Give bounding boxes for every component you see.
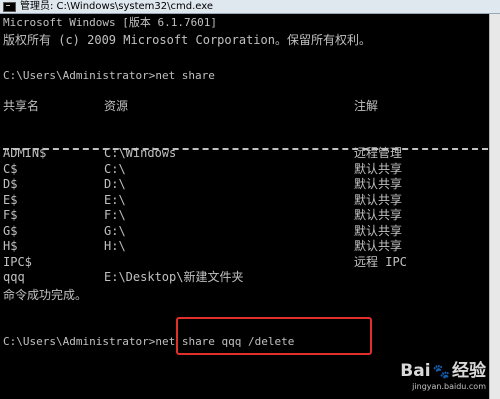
share-name: C$ bbox=[3, 161, 18, 176]
header-version-line: Microsoft Windows [版本 6.1.7601] bbox=[3, 16, 218, 29]
paw-icon: 🐾 bbox=[432, 364, 450, 380]
column-header-share-name: 共享名 bbox=[3, 99, 40, 113]
share-remark: 默认共享 bbox=[354, 161, 403, 176]
share-resource: H:\ bbox=[104, 239, 126, 253]
header-copyright-line: 版权所有 (c) 2009 Microsoft Corporation。保留所有… bbox=[3, 33, 371, 47]
share-remark: 默认共享 bbox=[354, 223, 403, 238]
share-name: qqq bbox=[3, 270, 25, 284]
cmd-icon bbox=[3, 2, 16, 12]
prompt-net-share: C:\Users\Administrator>net share bbox=[3, 69, 215, 82]
share-resource: G:\ bbox=[104, 223, 126, 238]
share-name: F$ bbox=[3, 208, 18, 222]
column-header-resource: 资源 bbox=[104, 99, 129, 113]
baidu-jingyan-watermark: Bai 🐾 经验 jingyan.baidu.com bbox=[400, 356, 486, 391]
watermark-url: jingyan.baidu.com bbox=[412, 382, 486, 391]
column-header-remark: 注解 bbox=[354, 99, 379, 113]
command-completed-message: 命令成功完成。 bbox=[3, 288, 88, 302]
watermark-brand-left: Bai bbox=[400, 361, 431, 381]
share-name: G$ bbox=[3, 223, 18, 238]
share-resource: C:\Windows bbox=[104, 146, 177, 160]
divider-line bbox=[3, 148, 488, 150]
share-name: D$ bbox=[3, 177, 18, 191]
share-name: H$ bbox=[3, 239, 18, 253]
share-name: E$ bbox=[3, 192, 18, 207]
share-resource: E:\ bbox=[104, 192, 126, 207]
share-resource: F:\ bbox=[104, 208, 126, 222]
share-remark: 远程管理 bbox=[354, 146, 403, 160]
share-remark: 远程 IPC bbox=[354, 254, 407, 269]
share-remark: 默认共享 bbox=[354, 177, 403, 191]
share-resource: E:\Desktop\新建文件夹 bbox=[104, 270, 244, 284]
share-name: IPC$ bbox=[3, 254, 32, 269]
prompt-path: C:\Users\Administrator> bbox=[3, 335, 156, 348]
share-remark: 默认共享 bbox=[354, 208, 403, 222]
share-resource: C:\ bbox=[104, 161, 126, 176]
watermark-brand-right: 经验 bbox=[452, 361, 486, 381]
window-title: 管理员: C:\Windows\system32\cmd.exe bbox=[20, 1, 214, 12]
share-remark: 默认共享 bbox=[354, 192, 403, 207]
share-name: ADMIN$ bbox=[3, 146, 47, 160]
command-highlight-box bbox=[176, 317, 372, 355]
share-remark: 默认共享 bbox=[354, 239, 403, 253]
window-titlebar: 管理员: C:\Windows\system32\cmd.exe bbox=[0, 0, 500, 14]
share-resource: D:\ bbox=[104, 177, 126, 191]
vertical-scrollbar[interactable] bbox=[489, 14, 500, 399]
